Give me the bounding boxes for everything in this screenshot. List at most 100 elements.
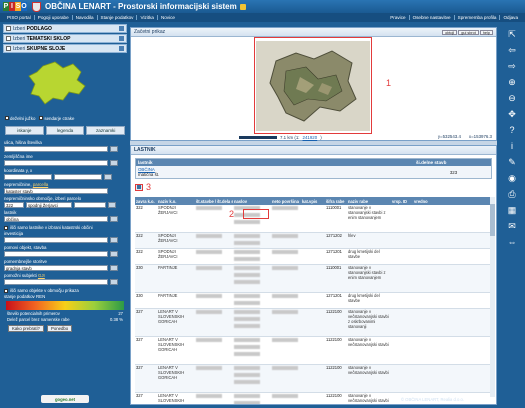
tool-icon[interactable]: ✎	[506, 157, 518, 168]
column-header[interactable]: št.stavbe / št.dela st.	[195, 199, 233, 204]
column-header[interactable]: zavra k.o.	[135, 199, 157, 204]
tool-icon[interactable]: i	[506, 141, 518, 152]
nav-link[interactable]: Novice	[158, 15, 178, 20]
nav-link[interactable]: Vizitka	[137, 15, 158, 20]
tool-icon[interactable]: ✉	[506, 221, 518, 232]
table-row[interactable]: 330 PARTINJE 1271201 drug kmetijski del sta…	[135, 293, 492, 309]
table-row[interactable]: 327 LENART V SLOVENSKIH GORICAH 1122100 sta…	[135, 337, 492, 365]
tool-icon[interactable]: ?	[506, 125, 518, 136]
table-row[interactable]: 322 SPODNJI ŽERJAVCI 1271202 hlev	[135, 233, 492, 249]
table-cell	[195, 233, 233, 248]
table-row[interactable]: 330 PARTINJE 1110001 stanovanje v stanovanj…	[135, 265, 492, 293]
column-header[interactable]: šifra rabe	[325, 199, 347, 204]
column-header[interactable]: naslov	[233, 199, 271, 204]
details-button[interactable]: Ponedbo	[46, 325, 73, 332]
map-header-btn[interactable]: obtojl	[442, 30, 458, 35]
tool-icon[interactable]: ⇱	[506, 29, 518, 40]
layer-shared-row[interactable]: Izberi SKUPNE SLOJE	[3, 44, 127, 53]
overview-minimap[interactable]	[3, 54, 127, 114]
tab-search[interactable]: iskanje	[5, 126, 44, 135]
search-button[interactable]	[110, 279, 118, 285]
nav-link[interactable]: PISO portal	[4, 15, 35, 20]
table-cell: LENART V SLOVENSKIH GORICAH	[158, 365, 185, 380]
table-cell	[233, 365, 271, 392]
option-1[interactable]: deželni južko	[5, 116, 35, 121]
tool-icon[interactable]: ✥	[506, 109, 518, 120]
search-button[interactable]	[110, 216, 118, 222]
map-header-btn[interactable]: help	[479, 30, 493, 35]
parcel-link[interactable]: parcella	[33, 182, 48, 187]
objects-area-checkbox[interactable]: išči samo objekte v območju prikaza	[4, 287, 126, 294]
layer-label: Izberi SKUPNE SLOJE	[13, 45, 66, 52]
layer-checkbox[interactable]	[6, 36, 11, 41]
search-button[interactable]	[110, 251, 118, 257]
search-button[interactable]	[110, 160, 118, 166]
left-tabs: iskanje legenda zaznamki	[3, 123, 127, 138]
expand-icon[interactable]	[119, 46, 124, 51]
how-to-read-button[interactable]: Kako prebrati?	[8, 325, 44, 332]
coord-x-input[interactable]	[54, 174, 102, 180]
layer-checkbox[interactable]	[6, 46, 11, 51]
column-header[interactable]: kat.vpis	[301, 199, 325, 204]
option-2[interactable]: sendarje ctrake	[39, 116, 74, 121]
coord-y-input[interactable]	[4, 174, 52, 180]
tool-icon[interactable]: ▦	[506, 205, 518, 216]
table-cell	[271, 265, 301, 292]
nav-link[interactable]: Odjava	[500, 15, 521, 20]
column-header[interactable]: vredno	[413, 199, 443, 204]
aux-input[interactable]	[4, 279, 108, 285]
owner-count: 323	[449, 169, 458, 175]
tool-icon[interactable]: ⇔	[506, 237, 518, 248]
street-input[interactable]	[4, 146, 108, 152]
cadastral-name[interactable]: spodnji Žerjavci	[26, 202, 72, 208]
expand-icon[interactable]	[119, 26, 124, 31]
column-header[interactable]: naziv rabe	[347, 199, 391, 204]
search-button[interactable]	[110, 237, 118, 243]
cadastral-number[interactable]: 322	[4, 202, 24, 208]
tool-icon[interactable]: ⇨	[506, 61, 518, 72]
object-input[interactable]	[4, 251, 108, 257]
nav-link[interactable]: Sprememba profila	[455, 15, 501, 20]
tool-icon[interactable]: ⇦	[506, 45, 518, 56]
column-header[interactable]: naziv k.o.	[157, 199, 195, 204]
export-icon[interactable]	[135, 183, 143, 191]
tool-icon[interactable]: ⎙	[506, 189, 518, 200]
table-cell: 1110001	[326, 205, 342, 210]
nav-link[interactable]: Stanje podatkov	[98, 15, 138, 20]
parcel-select[interactable]: kataster stavb	[4, 188, 108, 194]
layer-checkbox[interactable]	[6, 26, 11, 31]
search-button[interactable]	[108, 202, 116, 208]
scale-link[interactable]: 241920	[303, 135, 318, 140]
layer-base-row[interactable]: Izberi PODLAGO	[3, 24, 127, 33]
nav-link[interactable]: Navodila	[73, 15, 98, 20]
services-select[interactable]: gradnja stavb	[4, 265, 108, 271]
tab-bookmarks[interactable]: zaznamki	[86, 126, 126, 135]
table-row[interactable]: 322 SPODNJI ŽERJAVCI 1110001 stanovanje v s…	[135, 205, 492, 233]
column-header[interactable]: neto površina	[271, 199, 301, 204]
owner-input[interactable]	[4, 160, 108, 166]
tool-icon[interactable]: ⊖	[506, 93, 518, 104]
table-row[interactable]: 322 SPODNJI ŽERJAVCI 1271201 drug kmetijski…	[135, 249, 492, 265]
cadastral-extra[interactable]	[74, 202, 106, 208]
search-button[interactable]	[104, 174, 112, 180]
column-header[interactable]: vrsp. ID	[391, 199, 413, 204]
search-button[interactable]	[110, 265, 118, 271]
nav-right: Pravice Osebne nastavitve Sprememba profil…	[387, 15, 521, 20]
tool-icon[interactable]: ◉	[506, 173, 518, 184]
expand-icon[interactable]	[119, 36, 124, 41]
table-row[interactable]: 327 LENART V SLOVENSKIH GORICAH 1122100 sta…	[135, 365, 492, 393]
scrollbar-thumb[interactable]	[490, 204, 495, 236]
tab-legend[interactable]: legenda	[45, 126, 85, 135]
nav-link[interactable]: Pogoji uporabe	[35, 15, 73, 20]
coord-x: x=153976.3	[468, 134, 492, 139]
layer-thematic-row[interactable]: Izberi TEMATSKI SKLOP	[3, 34, 127, 43]
map-header-btn[interactable]: gui sbrot	[458, 30, 479, 35]
search-button[interactable]	[110, 146, 118, 152]
tool-icon[interactable]: ⊕	[506, 77, 518, 88]
table-row[interactable]: 327 LENART V SLOVENSKIH GORICAH 1122100 sta…	[135, 309, 492, 337]
nav-link[interactable]: Osebne nastavitve	[410, 15, 455, 20]
owner2-input[interactable]: občina	[4, 216, 108, 222]
owner-filter-checkbox[interactable]: išči samo lastnike v izbrani katastrski …	[4, 224, 126, 231]
investment-input[interactable]	[4, 237, 108, 243]
nav-link[interactable]: Pravice	[387, 15, 410, 20]
